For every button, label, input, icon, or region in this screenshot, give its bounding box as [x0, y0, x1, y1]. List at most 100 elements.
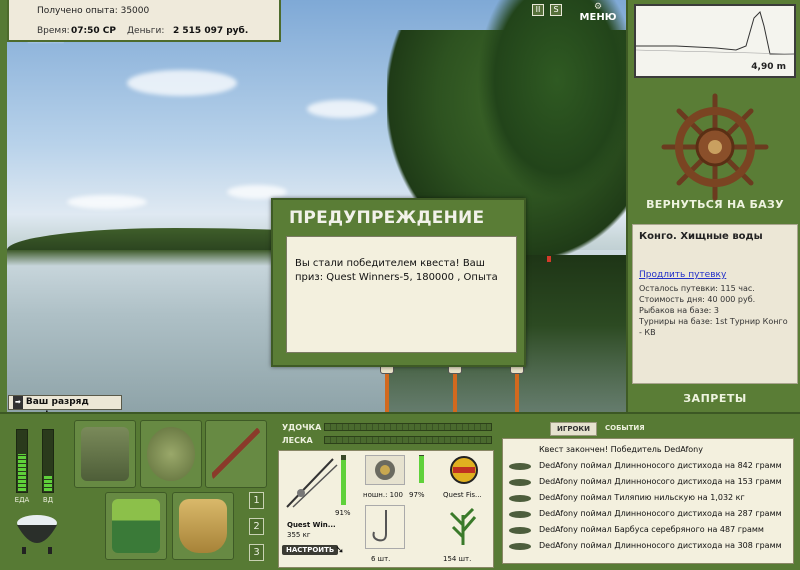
hook-slot[interactable] — [365, 505, 405, 549]
lure-slot[interactable] — [447, 455, 481, 485]
location-title: Конго. Хищные воды — [639, 231, 763, 242]
permit-remaining: Осталось путевки: 115 час. — [639, 284, 755, 293]
reel-info: ношн.: 100 — [363, 491, 404, 499]
tab-players[interactable]: ИГРОКИ — [550, 422, 597, 436]
warning-dialog[interactable]: ПРЕДУПРЕЖДЕНИЕ Вы стали победителем квес… — [271, 198, 526, 367]
reel-icon — [375, 460, 395, 480]
fish-icon — [509, 463, 531, 470]
rod-tension-label: УДОЧКА — [282, 423, 322, 432]
cloud — [127, 70, 237, 96]
rod-name: Quest Win... — [287, 521, 336, 529]
rod-stand-2[interactable] — [448, 364, 462, 412]
location-info: Конго. Хищные воды Продлить путевку Оста… — [632, 224, 798, 384]
cloud — [67, 195, 147, 209]
resize-arrow-icon[interactable]: ➘ — [335, 543, 344, 556]
rod-weight: 355 кг — [287, 531, 311, 539]
time-value: 07:50 СР — [71, 26, 116, 36]
tackle-panel: УДОЧКА ЛЕСКА 91% Quest Win... 355 кг НАС… — [276, 418, 496, 568]
page-3-button[interactable]: 3 — [249, 544, 264, 561]
events-tabs: ИГРОКИ СОБЫТИЯ — [550, 422, 651, 436]
log-line: DedAfony поймал Длинноносого дистихода н… — [539, 461, 782, 470]
food-meter — [16, 429, 28, 493]
food-label: ЕДА — [14, 496, 30, 504]
game-screen: ◉ ________ Получено опыта: 35000 Время: … — [0, 0, 800, 570]
rod-condition-bar — [341, 455, 346, 505]
top-controls: II S — [532, 4, 562, 16]
fishers-count: Рыбаков на базе: 3 — [639, 306, 719, 315]
reel-slot[interactable] — [365, 455, 405, 485]
tournaments-info: Турниры на базе: 1st Турнир Конго - КВ — [639, 317, 788, 337]
cloud — [227, 185, 287, 199]
vd-label: ВД — [42, 496, 54, 504]
line-tension-label: ЛЕСКА — [282, 436, 313, 445]
menu-label: МЕНЮ — [579, 12, 617, 23]
log-line: Квест закончен! Победитель DedAfony — [539, 445, 703, 454]
extend-permit-link[interactable]: Продлить путевку — [639, 270, 791, 281]
reel-condition-fill — [419, 455, 424, 483]
backpack-icon — [81, 427, 129, 481]
tab-events[interactable]: СОБЫТИЯ — [599, 422, 651, 436]
events-panel: ИГРОКИ СОБЫТИЯ Квест закончен! Победител… — [498, 416, 798, 568]
hooks-count: 6 шт. — [371, 555, 391, 563]
pause-button[interactable]: II — [532, 4, 544, 16]
fish-icon — [509, 511, 531, 518]
return-to-base-button[interactable]: ВЕРНУТЬСЯ НА БАЗУ — [628, 198, 800, 211]
bottom-bar: ЕДА ВД 1 2 3 УДОЧКА ЛЕСКА 91% Quest Win.… — [0, 412, 800, 570]
menu-button[interactable]: ⚙ МЕНЮ — [578, 3, 618, 27]
reel-percent: 97% — [409, 491, 425, 499]
sound-button[interactable]: S — [550, 4, 562, 16]
bait-slot[interactable] — [443, 505, 483, 549]
sack-icon — [147, 427, 195, 481]
ship-wheel-icon[interactable] — [660, 92, 770, 202]
cooking-pot-icon[interactable] — [12, 509, 62, 555]
basket-slot[interactable] — [105, 492, 167, 560]
time-label: Время: — [37, 26, 70, 36]
rod-percent: 91% — [335, 509, 351, 517]
log-line: DedAfony поймал Длинноносого дистихода н… — [539, 509, 782, 518]
fish-icon — [509, 527, 531, 534]
day-cost: Стоимость дня: 40 000 руб. — [639, 295, 756, 304]
rod-tension-bar — [324, 423, 492, 431]
rank-notification[interactable]: ➡Ваш разряд вырос! — [8, 395, 122, 420]
money-value: 2 515 097 руб. — [173, 26, 249, 36]
bucket-icon — [179, 499, 227, 553]
right-panel: 4,90 m ВЕРНУТЬСЯ НА БАЗУ Конго. Хищные в… — [626, 0, 800, 412]
line-tension-bar — [324, 436, 492, 444]
tools-icon — [212, 427, 260, 481]
hook-icon — [372, 510, 387, 542]
status-panel: Получено опыта: 35000 Время: 07:50 СР Де… — [7, 0, 281, 42]
log-line: DedAfony поймал Тиляпию нильскую на 1,03… — [539, 493, 745, 502]
tools-slot[interactable] — [205, 420, 267, 488]
money-label: Деньги: — [127, 26, 165, 36]
lure-name: Quest Fis... — [443, 491, 482, 499]
jungle-trees-tall — [477, 0, 626, 200]
reel-condition-bar — [419, 455, 424, 483]
page-1-button[interactable]: 1 — [249, 492, 264, 509]
log-line: DedAfony поймал Длинноносого дистихода н… — [539, 477, 782, 486]
basket-icon — [112, 499, 160, 553]
log-line: DedAfony поймал Длинноносого дистихода н… — [539, 541, 782, 550]
backpack-slot[interactable] — [74, 420, 136, 488]
setup-button[interactable]: НАСТРОИТЬ — [282, 545, 339, 555]
rod-condition-fill — [341, 459, 346, 505]
float-bobber — [547, 256, 551, 262]
depth-value: 4,90 m — [751, 62, 786, 72]
bait-count: 154 шт. — [443, 555, 472, 563]
bucket-slot[interactable] — [172, 492, 234, 560]
rod-stand-1[interactable] — [380, 364, 394, 412]
lure-icon — [450, 456, 478, 484]
experience-text: Получено опыта: 35000 — [37, 6, 150, 16]
bag-slot[interactable] — [140, 420, 202, 488]
vd-meter-fill — [44, 475, 52, 491]
log-line: DedAfony поймал Барбуса серебряного на 4… — [539, 525, 764, 534]
tackle-box: 91% Quest Win... 355 кг НАСТРОИТЬ ➘ ношн… — [278, 450, 494, 568]
rod-stand-3[interactable] — [510, 364, 524, 412]
vd-meter — [42, 429, 54, 493]
fish-icon — [509, 543, 531, 550]
fish-icon — [509, 495, 531, 502]
bans-button[interactable]: ЗАПРЕТЫ — [628, 392, 800, 405]
cloud — [307, 100, 377, 118]
dialog-title: ПРЕДУПРЕЖДЕНИЕ — [289, 208, 485, 228]
fishing-rod-icon[interactable] — [283, 455, 339, 511]
page-2-button[interactable]: 2 — [249, 518, 264, 535]
